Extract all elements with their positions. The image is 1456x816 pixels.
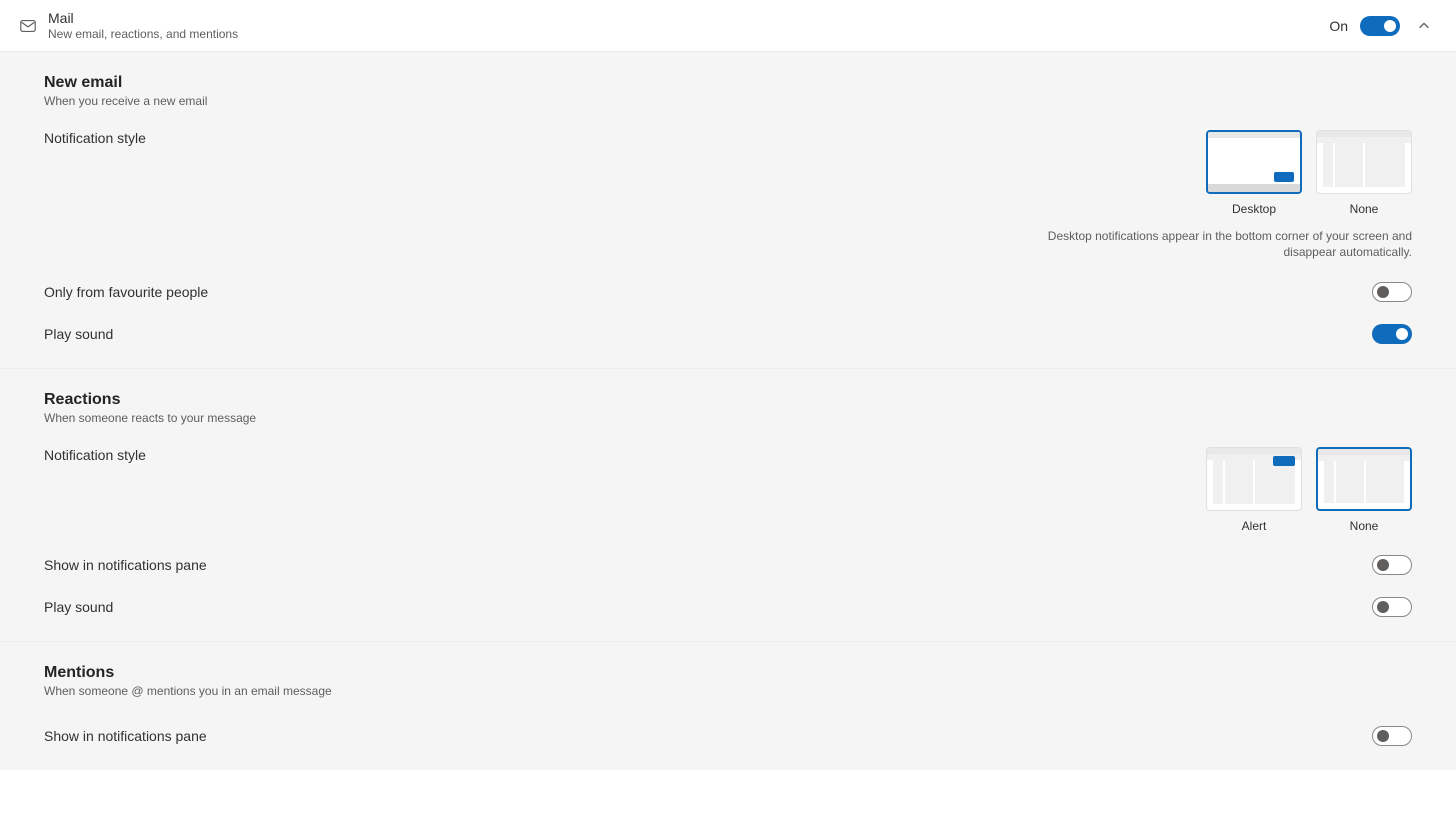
header-title: Mail [48,10,1329,26]
new-email-play-sound-toggle[interactable] [1372,324,1412,344]
header-toggle-label: On [1329,18,1348,34]
reactions-style-alert[interactable] [1206,447,1302,511]
reactions-style-label: Notification style [44,447,1206,463]
new-email-style-label: Notification style [44,130,1042,146]
reactions-subtitle: When someone reacts to your message [44,411,1412,425]
new-email-play-sound-label: Play sound [44,326,1372,342]
section-new-email: New email When you receive a new email N… [0,52,1456,369]
new-email-title: New email [44,74,1412,92]
header-subtitle: New email, reactions, and mentions [48,27,1329,41]
new-email-style-none[interactable] [1316,130,1412,194]
new-email-subtitle: When you receive a new email [44,94,1412,108]
reactions-show-pane-toggle[interactable] [1372,555,1412,575]
reactions-play-sound-toggle[interactable] [1372,597,1412,617]
reactions-show-pane-label: Show in notifications pane [44,557,1372,573]
mail-master-toggle[interactable] [1360,16,1400,36]
section-mentions: Mentions When someone @ mentions you in … [0,642,1456,770]
reactions-style-none-label: None [1316,519,1412,533]
mentions-title: Mentions [44,664,1412,682]
mentions-show-pane-toggle[interactable] [1372,726,1412,746]
section-reactions: Reactions When someone reacts to your me… [0,369,1456,642]
only-favourite-label: Only from favourite people [44,284,1372,300]
new-email-style-desktop-label: Desktop [1206,202,1302,216]
reactions-play-sound-label: Play sound [44,599,1372,615]
reactions-style-none[interactable] [1316,447,1412,511]
new-email-style-desktop[interactable] [1206,130,1302,194]
reactions-title: Reactions [44,391,1412,409]
collapse-button[interactable] [1410,12,1438,40]
reactions-style-alert-label: Alert [1206,519,1302,533]
mail-notifications-header[interactable]: Mail New email, reactions, and mentions … [0,0,1456,52]
chevron-up-icon [1417,19,1431,33]
mentions-show-pane-label: Show in notifications pane [44,728,1372,744]
new-email-style-description: Desktop notifications appear in the bott… [1042,228,1412,260]
mentions-subtitle: When someone @ mentions you in an email … [44,684,1412,698]
mail-icon [18,16,38,36]
new-email-style-none-label: None [1316,202,1412,216]
mail-notifications-panel: New email When you receive a new email N… [0,52,1456,770]
only-favourite-toggle[interactable] [1372,282,1412,302]
